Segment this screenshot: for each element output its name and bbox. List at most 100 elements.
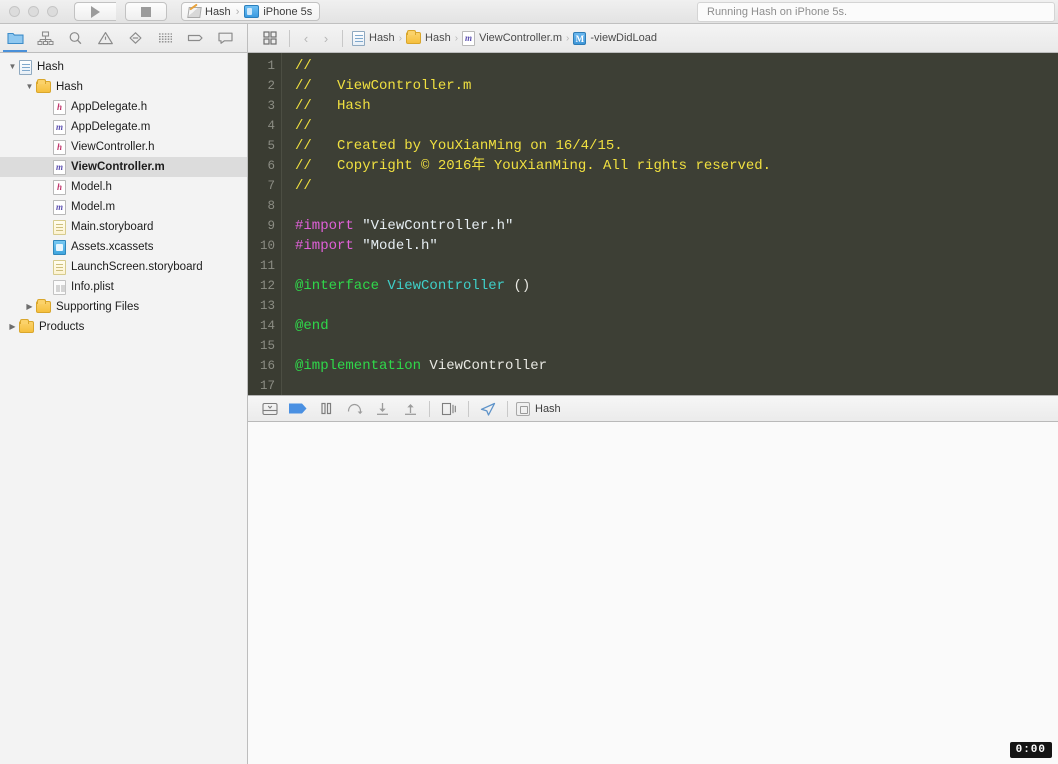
main-body: ▼ Hash ▼ Hash h AppDelegate.h m AppDelegate.m h V… (0, 53, 1058, 764)
source-editor[interactable]: 1234567891011121314151617181920212223242… (248, 53, 1058, 395)
plist-file-icon (53, 279, 66, 295)
code-text[interactable]: // // ViewController.m // Hash // // Created… (282, 53, 1058, 395)
file-tree-row[interactable]: m ViewController.m (0, 157, 247, 177)
scheme-selector[interactable]: Hash › iPhone 5s (181, 2, 321, 21)
navigate-forward-button[interactable]: › (316, 31, 336, 46)
breakpoint-navigator-tab[interactable] (180, 24, 210, 52)
code-line: #import "Model.h" (295, 236, 1058, 256)
folder-icon (6, 32, 24, 45)
editor-pane: 1234567891011121314151617181920212223242… (248, 53, 1058, 764)
play-icon (91, 5, 100, 18)
related-items-button[interactable] (257, 31, 283, 45)
file-tree-row[interactable]: m Model.m (0, 197, 247, 217)
xcode-window: Hash › iPhone 5s Running Hash on iPhone … (0, 0, 1058, 764)
run-button[interactable] (74, 2, 116, 21)
code-token-pre: #import (295, 218, 354, 234)
code-token-pre: #import (295, 238, 354, 254)
line-number: 9 (267, 219, 275, 233)
disclosure-triangle-icon[interactable]: ▼ (6, 57, 19, 77)
stop-button[interactable] (125, 2, 167, 21)
file-tree-row-label: Model.m (71, 201, 116, 213)
file-tree-row[interactable]: ▶ Supporting Files (0, 297, 247, 317)
debug-navigator-tab[interactable] (150, 24, 180, 52)
jumpbar-divider-2 (342, 29, 343, 47)
breadcrumb-item-file[interactable]: m ViewController.m (459, 30, 565, 46)
file-tree-row[interactable]: Main.storyboard (0, 217, 247, 237)
breadcrumb-item-project[interactable]: Hash (349, 30, 398, 46)
file-tree-row-label: AppDelegate.m (71, 121, 151, 133)
breadcrumb-label: Hash (425, 32, 451, 44)
debugbar-divider-1 (429, 400, 430, 417)
close-button[interactable] (9, 6, 20, 17)
step-into-button[interactable] (368, 398, 396, 420)
file-tree-row-label: LaunchScreen.storyboard (71, 261, 203, 273)
code-line: // (295, 116, 1058, 136)
device-icon (244, 5, 260, 18)
file-tree-row[interactable]: h AppDelegate.h (0, 97, 247, 117)
status-bar[interactable]: Running Hash on iPhone 5s. (697, 2, 1055, 22)
app-target-icon (187, 5, 201, 18)
breadcrumb-label: ViewController.m (479, 32, 563, 44)
debug-view-hierarchy-button[interactable] (435, 398, 463, 420)
pause-icon (321, 402, 332, 415)
find-navigator-tab[interactable] (60, 24, 90, 52)
debug-process-selector[interactable]: Hash (516, 401, 561, 416)
code-line: // (295, 56, 1058, 76)
file-tree-row[interactable]: h ViewController.h (0, 137, 247, 157)
file-tree-row[interactable]: Info.plist (0, 277, 247, 297)
file-tree-row[interactable]: ▶ Products (0, 317, 247, 337)
code-token-comment: // Created by YouXianMing on 16/4/15. (295, 138, 623, 154)
test-navigator-tab[interactable] (120, 24, 150, 52)
code-line: // Hash (295, 96, 1058, 116)
debugbar-divider-3 (507, 400, 508, 417)
code-token-class: ViewController (387, 278, 506, 294)
issue-navigator-tab[interactable] (90, 24, 120, 52)
report-navigator-tab[interactable] (210, 24, 240, 52)
jump-bar: ‹ › Hash › Hash › m ViewController.m › M… (248, 24, 1058, 52)
line-number: 2 (267, 79, 275, 93)
file-tree-row-label: Info.plist (71, 281, 114, 293)
simulate-location-button[interactable] (474, 398, 502, 420)
symbol-navigator-tab[interactable] (30, 24, 60, 52)
scheme-target-label: Hash (205, 5, 231, 18)
pause-button[interactable] (312, 398, 340, 420)
disclosure-triangle-icon[interactable]: ▶ (6, 317, 19, 337)
activate-breakpoints-button[interactable] (284, 398, 312, 420)
zoom-button[interactable] (47, 6, 58, 17)
method-symbol-icon: M (573, 31, 587, 45)
disclosure-triangle-icon[interactable]: ▶ (23, 297, 36, 317)
file-tree-row-label: ViewController.m (71, 161, 165, 173)
step-out-icon (404, 403, 416, 415)
step-over-button[interactable] (340, 398, 368, 420)
step-out-button[interactable] (396, 398, 424, 420)
list-icon (158, 33, 172, 43)
screen-recorder-timer: 0:00 (1009, 742, 1052, 758)
code-token-key: @interface (295, 278, 380, 294)
project-navigator-tab[interactable] (0, 24, 30, 52)
navigate-back-button[interactable]: ‹ (296, 31, 316, 46)
file-tree-row[interactable]: m AppDelegate.m (0, 117, 247, 137)
breadcrumb-item-group[interactable]: Hash (403, 30, 454, 44)
file-tree-row[interactable]: ▼ Hash (0, 77, 247, 97)
code-token-comment: // Hash (295, 98, 371, 114)
breadcrumb-label: -viewDidLoad (590, 32, 658, 44)
search-icon (69, 32, 81, 45)
breadcrumb-item-method[interactable]: M -viewDidLoad (570, 31, 660, 45)
file-tree-row[interactable]: h Model.h (0, 177, 247, 197)
file-tree-row[interactable]: Assets.xcassets (0, 237, 247, 257)
console-area[interactable] (248, 422, 1058, 764)
folder-file-icon (19, 319, 34, 333)
file-tree-row[interactable]: LaunchScreen.storyboard (0, 257, 247, 277)
line-number: 7 (267, 179, 275, 193)
disclosure-triangle-icon[interactable]: ▼ (23, 77, 36, 97)
code-token-comment: // (295, 178, 312, 194)
code-token-comment: // ViewController.m (295, 78, 472, 94)
file-tree-row[interactable]: ▼ Hash (0, 57, 247, 77)
breakpoint-icon (289, 403, 307, 414)
line-number-gutter[interactable]: 1234567891011121314151617181920212223242… (248, 53, 282, 395)
scheme-separator: › (235, 5, 240, 18)
hide-debug-area-button[interactable] (256, 398, 284, 420)
minimize-button[interactable] (28, 6, 39, 17)
